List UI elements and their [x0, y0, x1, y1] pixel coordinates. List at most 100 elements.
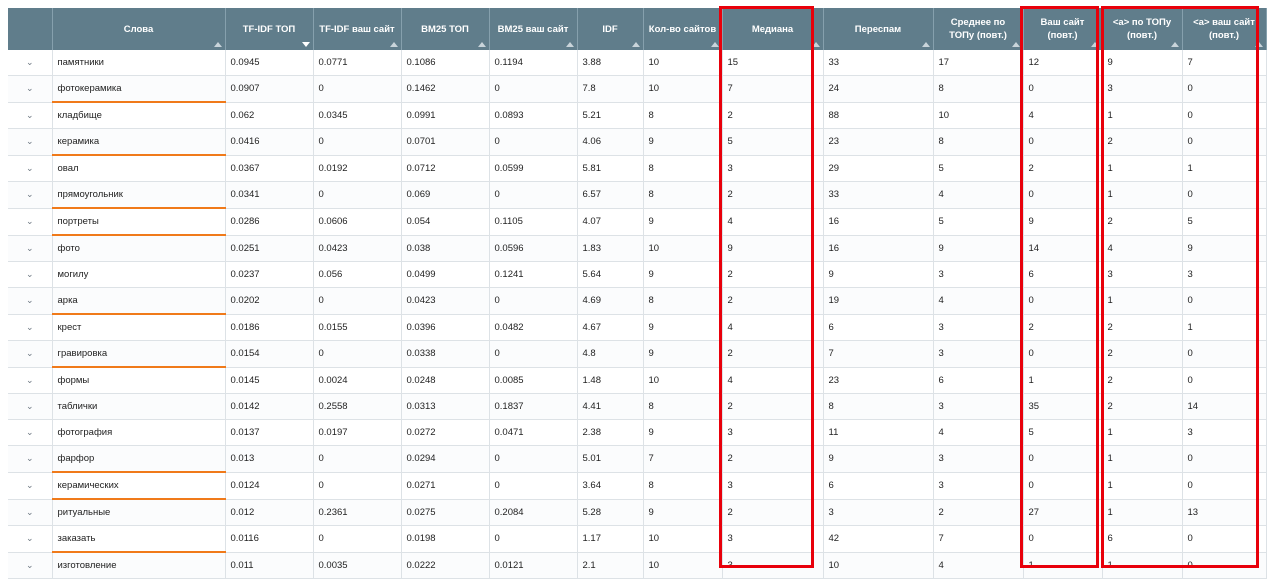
chevron-down-icon: ⌄: [25, 321, 34, 332]
sort-arrow-icon[interactable]: [631, 42, 640, 47]
expand-row-button[interactable]: ⌄: [8, 287, 53, 315]
expand-row-button[interactable]: ⌄: [8, 552, 53, 579]
sort-arrow-icon[interactable]: [301, 42, 310, 47]
table-row[interactable]: ⌄ памятники 0.0945 0.0771 0.1086 0.1194 3.88 10…: [8, 50, 1267, 76]
header-label: Переспам: [854, 23, 902, 35]
value-cell: 7: [1182, 50, 1267, 76]
value-cell: 10: [643, 75, 723, 103]
value-cell: 7: [933, 525, 1024, 553]
sort-arrow-icon[interactable]: [1170, 42, 1179, 47]
value-cell: 0.0423: [401, 287, 490, 315]
header-avg-top-column[interactable]: Среднее по ТОПу (повт.): [933, 8, 1024, 50]
header-sites-count-column[interactable]: Кол-во сайтов: [643, 8, 723, 50]
header-idf-column[interactable]: IDF: [577, 8, 644, 50]
expand-row-button[interactable]: ⌄: [8, 314, 53, 341]
table-row[interactable]: ⌄ арка 0.0202 0 0.0423 0 4.69 8 2 19 4 0 1 0: [8, 287, 1267, 315]
expand-row-button[interactable]: ⌄: [8, 340, 53, 368]
expand-row-button[interactable]: ⌄: [8, 155, 53, 182]
header-tfidf-top-column[interactable]: TF-IDF ТОП: [225, 8, 314, 50]
value-cell: 3.64: [577, 472, 644, 500]
header-your-site-column[interactable]: Ваш сайт (повт.): [1023, 8, 1103, 50]
keyword-cell: фотография: [52, 419, 226, 446]
header-words-column[interactable]: Слова: [52, 8, 226, 50]
table-row[interactable]: ⌄ могилу 0.0237 0.056 0.0499 0.1241 5.64 9 2 9 3 6 3…: [8, 261, 1267, 288]
header-tfidf-site-column[interactable]: TF-IDF ваш сайт: [313, 8, 402, 50]
sort-arrow-icon[interactable]: [921, 42, 930, 47]
value-cell: 0.0423: [313, 235, 402, 262]
table-row[interactable]: ⌄ таблички 0.0142 0.2558 0.0313 0.1837 4.41 8 2 8…: [8, 393, 1267, 420]
table-row[interactable]: ⌄ заказать 0.0116 0 0.0198 0 1.17 10 3 42 7 0 6 0: [8, 525, 1267, 553]
value-cell: 10: [643, 50, 723, 76]
value-cell: 1: [1023, 367, 1103, 394]
sort-arrow-icon[interactable]: [710, 42, 719, 47]
expand-row-button[interactable]: ⌄: [8, 75, 53, 103]
sort-arrow-icon[interactable]: [477, 42, 486, 47]
expand-row-button[interactable]: ⌄: [8, 208, 53, 236]
table-row[interactable]: ⌄ портреты 0.0286 0.0606 0.054 0.1105 4.07 9 4 16…: [8, 208, 1267, 236]
expand-row-button[interactable]: ⌄: [8, 393, 53, 420]
value-cell: 0.1105: [489, 208, 578, 236]
table-row[interactable]: ⌄ крест 0.0186 0.0155 0.0396 0.0482 4.67 9 4 6 3 2 2…: [8, 314, 1267, 341]
value-cell: 2: [1102, 208, 1183, 236]
table-row[interactable]: ⌄ фото 0.0251 0.0423 0.038 0.0596 1.83 10 9 16 9 14…: [8, 235, 1267, 262]
sort-arrow-icon[interactable]: [565, 42, 574, 47]
expand-row-button[interactable]: ⌄: [8, 472, 53, 500]
table-row[interactable]: ⌄ кладбище 0.062 0.0345 0.0991 0.0893 5.21 8 2 88…: [8, 102, 1267, 129]
value-cell: 5: [1023, 419, 1103, 446]
expand-row-button[interactable]: ⌄: [8, 235, 53, 262]
expand-row-button[interactable]: ⌄: [8, 445, 53, 473]
value-cell: 0: [313, 75, 402, 103]
value-cell: 0.013: [225, 445, 314, 473]
value-cell: 10: [823, 552, 934, 579]
sort-arrow-icon[interactable]: [389, 42, 398, 47]
value-cell: 4: [1102, 235, 1183, 262]
table-row[interactable]: ⌄ керамических 0.0124 0 0.0271 0 3.64 8 3 6 3 0 1 0: [8, 472, 1267, 500]
expand-row-button[interactable]: ⌄: [8, 102, 53, 129]
value-cell: 9: [643, 419, 723, 446]
table-row[interactable]: ⌄ гравировка 0.0154 0 0.0338 0 4.8 9 2 7 3 0 2 0: [8, 340, 1267, 368]
expand-row-button[interactable]: ⌄: [8, 525, 53, 553]
header-median-column[interactable]: Медиана: [722, 8, 824, 50]
table-row[interactable]: ⌄ фарфор 0.013 0 0.0294 0 5.01 7 2 9 3 0 1 0: [8, 445, 1267, 473]
value-cell: 0.0991: [401, 102, 490, 129]
header-overspam-column[interactable]: Переспам: [823, 8, 934, 50]
expand-row-button[interactable]: ⌄: [8, 499, 53, 526]
value-cell: 2: [722, 445, 824, 473]
header-anchor-site-column[interactable]: <a> ваш сайт (повт.): [1182, 8, 1267, 50]
header-bm25-site-column[interactable]: BM25 ваш сайт: [489, 8, 578, 50]
table-row[interactable]: ⌄ формы 0.0145 0.0024 0.0248 0.0085 1.48 10 4 23 6…: [8, 367, 1267, 394]
value-cell: 33: [823, 50, 934, 76]
expand-row-button[interactable]: ⌄: [8, 419, 53, 446]
sort-arrow-icon[interactable]: [811, 42, 820, 47]
sort-arrow-icon[interactable]: [1254, 42, 1263, 47]
sort-arrow-icon[interactable]: [1090, 42, 1099, 47]
value-cell: 2: [722, 499, 824, 526]
expand-row-button[interactable]: ⌄: [8, 50, 53, 76]
table-row[interactable]: ⌄ изготовление 0.011 0.0035 0.0222 0.0121 2.1 1…: [8, 552, 1267, 579]
keyword-cell: могилу: [52, 261, 226, 288]
table-row[interactable]: ⌄ овал 0.0367 0.0192 0.0712 0.0599 5.81 8 3 29 5 2 1…: [8, 155, 1267, 182]
table-row[interactable]: ⌄ керамика 0.0416 0 0.0701 0 4.06 9 5 23 8 0 2 0: [8, 128, 1267, 156]
expand-row-button[interactable]: ⌄: [8, 367, 53, 394]
header-bm25-top-column[interactable]: BM25 ТОП: [401, 8, 490, 50]
sort-arrow-icon[interactable]: [1011, 42, 1020, 47]
table-row[interactable]: ⌄ ритуальные 0.012 0.2361 0.0275 0.2084 5.28 9 2…: [8, 499, 1267, 526]
value-cell: 3: [722, 472, 824, 500]
value-cell: 8: [933, 128, 1024, 156]
expand-row-button[interactable]: ⌄: [8, 128, 53, 156]
chevron-down-icon: ⌄: [25, 189, 34, 200]
value-cell: 1: [1182, 155, 1267, 182]
header-anchor-top-column[interactable]: <a> по ТОПу (повт.): [1102, 8, 1183, 50]
value-cell: 5: [933, 208, 1024, 236]
value-cell: 0.0286: [225, 208, 314, 236]
table-row[interactable]: ⌄ прямоугольник 0.0341 0 0.069 0 6.57 8 2 33 4 0 1 0: [8, 181, 1267, 209]
table-row[interactable]: ⌄ фотокерамика 0.0907 0 0.1462 0 7.8 10 7 24 8 0 3 0: [8, 75, 1267, 103]
value-cell: 0.0482: [489, 314, 578, 341]
expand-row-button[interactable]: ⌄: [8, 261, 53, 288]
value-cell: 4.41: [577, 393, 644, 420]
value-cell: 9: [643, 261, 723, 288]
expand-row-button[interactable]: ⌄: [8, 181, 53, 209]
sort-arrow-icon[interactable]: [213, 42, 222, 47]
table-row[interactable]: ⌄ фотография 0.0137 0.0197 0.0272 0.0471 2.38 9…: [8, 419, 1267, 446]
value-cell: 0: [1182, 128, 1267, 156]
